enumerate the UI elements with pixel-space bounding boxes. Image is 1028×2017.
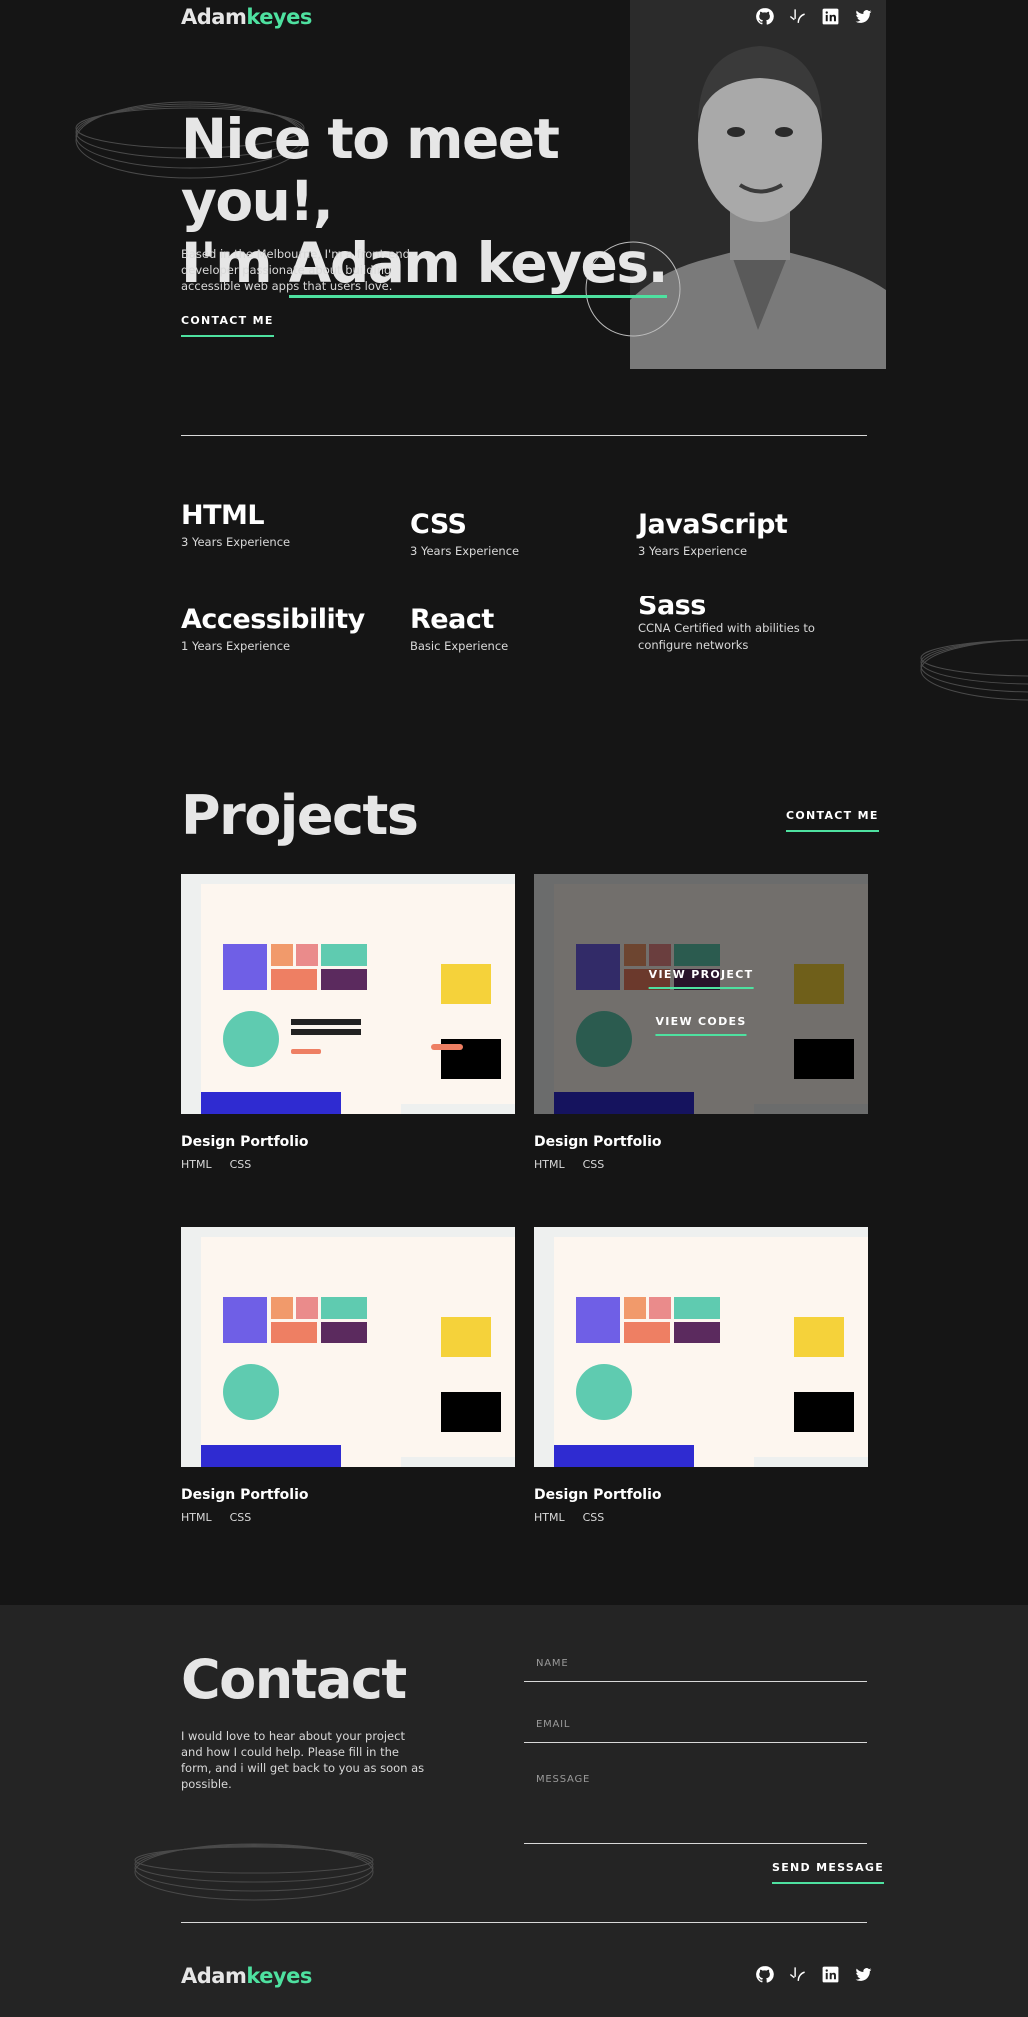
rings-decoration-right	[920, 639, 1028, 701]
skill-react: React Basic Experience	[410, 604, 508, 655]
view-project-button[interactable]: VIEW PROJECT	[648, 968, 754, 989]
frontend-mentor-icon[interactable]	[788, 7, 807, 26]
skill-name: React	[410, 604, 494, 635]
skill-name: JavaScript	[638, 509, 788, 540]
section-divider	[181, 435, 867, 436]
project-tags: HTML CSS	[534, 1158, 868, 1171]
hero-contact-button[interactable]: CONTACT ME	[181, 314, 274, 337]
skill-experience: 3 Years Experience	[181, 535, 291, 549]
skill-experience: 3 Years Experience	[638, 544, 748, 558]
linkedin-icon[interactable]	[821, 7, 840, 26]
project-tag: CSS	[582, 1511, 605, 1524]
header-logo[interactable]: Adamkeyes	[181, 5, 312, 29]
twitter-icon[interactable]	[854, 7, 873, 26]
project-card[interactable]: Design Portfolio HTML CSS	[181, 1227, 515, 1524]
project-tag: HTML	[181, 1511, 212, 1524]
project-title: Design Portfolio	[181, 1134, 309, 1150]
skill-css: CSS 3 Years Experience	[410, 509, 519, 560]
contact-title: Contact	[181, 1648, 407, 1711]
project-tags: HTML CSS	[181, 1511, 515, 1524]
message-field[interactable]	[524, 1770, 867, 1844]
send-message-button[interactable]: SEND MESSAGE	[772, 1861, 885, 1884]
project-thumbnail[interactable]	[534, 1227, 868, 1467]
contact-section	[0, 1605, 1028, 2017]
project-tag: HTML	[534, 1511, 565, 1524]
hero-line1: Nice to meet you!,	[181, 107, 560, 233]
project-card[interactable]: Design Portfolio HTML CSS	[534, 1227, 868, 1524]
skill-name: Accessibility	[181, 604, 365, 635]
logo-first: Adam	[181, 1964, 247, 1988]
logo-first: Adam	[181, 5, 247, 29]
frontend-mentor-icon[interactable]	[788, 1965, 807, 1984]
footer-divider	[181, 1922, 867, 1923]
project-thumbnail[interactable]	[181, 874, 515, 1114]
project-title: Design Portfolio	[534, 1134, 662, 1150]
footer-logo[interactable]: Adamkeyes	[181, 1964, 312, 1988]
github-icon[interactable]	[755, 7, 774, 26]
skill-experience: 3 Years Experience	[410, 544, 520, 558]
skill-name: CSS	[410, 509, 467, 540]
project-tag: CSS	[229, 1158, 252, 1171]
projects-contact-button[interactable]: CONTACT ME	[786, 809, 879, 832]
contact-description: I would love to hear about your project …	[181, 1729, 425, 1791]
footer-socials	[755, 1965, 873, 1984]
header-socials	[755, 7, 873, 26]
twitter-icon[interactable]	[854, 1965, 873, 1984]
project-tag: CSS	[582, 1158, 605, 1171]
project-tag: HTML	[181, 1158, 212, 1171]
hero-description: Based in the Melbourne, I'm a front-end …	[181, 247, 410, 293]
projects-title: Projects	[181, 784, 419, 847]
skill-name: Sass	[638, 596, 706, 618]
skill-sass: Sass CCNA Certified with abilities to co…	[638, 596, 868, 654]
project-tags: HTML CSS	[534, 1511, 868, 1524]
skill-accessibility: Accessibility 1 Years Experience	[181, 604, 365, 655]
skill-name: HTML	[181, 500, 265, 531]
project-title: Design Portfolio	[181, 1487, 309, 1503]
github-icon[interactable]	[755, 1965, 774, 1984]
project-tags: HTML CSS	[181, 1158, 515, 1171]
logo-second: keyes	[246, 5, 312, 29]
rings-decoration-contact	[134, 1843, 374, 1901]
project-thumbnail[interactable]	[181, 1227, 515, 1467]
logo-second: keyes	[246, 1964, 312, 1988]
view-codes-button[interactable]: VIEW CODES	[655, 1015, 747, 1036]
project-card[interactable]: VIEW PROJECT VIEW CODES Design Portfolio…	[534, 874, 868, 1171]
linkedin-icon[interactable]	[821, 1965, 840, 1984]
project-tag: CSS	[229, 1511, 252, 1524]
skill-experience: Basic Experience	[410, 639, 509, 653]
name-field[interactable]	[524, 1645, 867, 1682]
skill-html: HTML 3 Years Experience	[181, 500, 290, 551]
skill-experience: CCNA Certified with abilities to configu…	[638, 621, 815, 652]
project-card[interactable]: Design Portfolio HTML CSS	[181, 874, 515, 1171]
skill-javascript: JavaScript 3 Years Experience	[638, 509, 788, 560]
email-field[interactable]	[524, 1706, 867, 1743]
project-tag: HTML	[534, 1158, 565, 1171]
project-hover-overlay	[534, 874, 868, 1114]
skill-experience: 1 Years Experience	[181, 639, 291, 653]
project-thumbnail[interactable]: VIEW PROJECT VIEW CODES	[534, 874, 868, 1114]
project-title: Design Portfolio	[534, 1487, 662, 1503]
